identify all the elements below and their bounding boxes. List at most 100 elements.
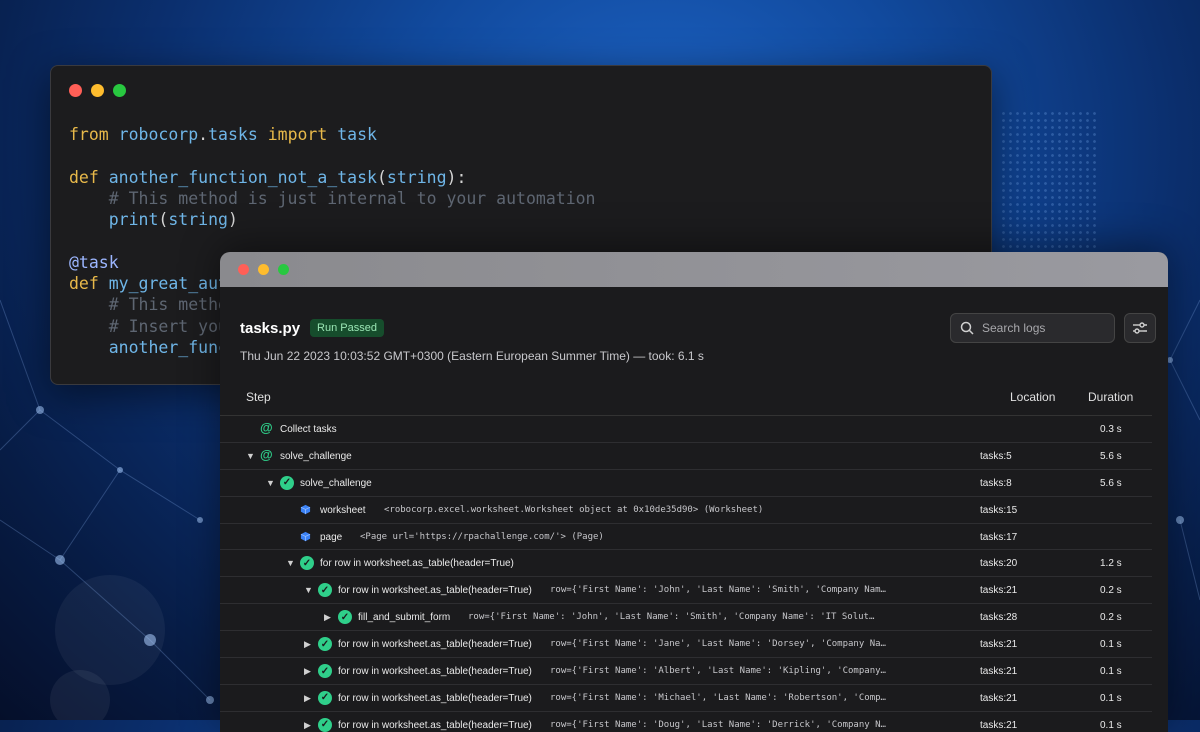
column-header-step[interactable]: Step (246, 390, 271, 404)
expand-arrow-icon[interactable]: ▶ (304, 666, 311, 677)
log-header: tasks.py Run Passed (240, 319, 384, 337)
collapse-arrow-icon[interactable]: ▼ (246, 451, 255, 461)
check-icon: ✓ (300, 556, 314, 571)
step-name: page (320, 531, 343, 543)
step-duration: 5.6 s (1100, 477, 1122, 489)
at-icon: @ (260, 420, 273, 435)
log-row[interactable]: ▼ ✓ solve_challenge tasks:8 5.6 s (220, 470, 1152, 497)
log-row[interactable]: ▶ ✓ for row in worksheet.as_table(header=T… (220, 685, 1152, 712)
log-row[interactable]: ▶ ✓ for row in worksheet.as_table(header=T… (220, 712, 1152, 732)
expand-arrow-icon[interactable]: ▶ (304, 720, 311, 731)
step-location[interactable]: tasks:21 (980, 585, 1017, 596)
code-token: . (198, 125, 209, 144)
step-name: for row in worksheet.as_table(header=Tru… (338, 639, 532, 651)
code-token: print (108, 210, 159, 230)
table-header: Step Location Duration (220, 380, 1152, 416)
maximize-window-icon[interactable] (278, 264, 289, 275)
step-duration: 1.2 s (1100, 558, 1122, 570)
code-token: # This metho (69, 295, 228, 315)
step-name: fill_and_submit_form (358, 612, 451, 624)
step-location[interactable]: tasks:21 (980, 639, 1017, 650)
step-location[interactable]: tasks:21 (980, 720, 1017, 731)
expand-arrow-icon[interactable]: ▶ (324, 612, 331, 623)
code-token: def (69, 274, 109, 294)
step-name: solve_challenge (280, 450, 352, 462)
step-duration: 0.2 s (1100, 585, 1122, 597)
close-window-icon[interactable] (238, 264, 249, 275)
log-row[interactable]: ▶ ✓ for row in worksheet.as_table(header=T… (220, 631, 1152, 659)
step-duration: 0.1 s (1100, 692, 1122, 704)
code-token: # Insert you (69, 316, 228, 336)
step-location[interactable]: tasks:28 (980, 612, 1017, 623)
code-token: @task (69, 252, 119, 272)
log-row[interactable]: @ Collect tasks 0.3 s (220, 416, 1152, 443)
sliders-icon (1133, 322, 1147, 334)
run-timestamp: Thu Jun 22 2023 10:03:52 GMT+0300 (Easte… (240, 349, 704, 363)
code-token: # This method is just internal to your a… (69, 188, 596, 208)
step-location[interactable]: tasks:8 (980, 478, 1012, 489)
code-token: another_function_not_a_task (108, 167, 377, 187)
step-duration: 0.1 s (1100, 639, 1122, 651)
check-icon: ✓ (318, 690, 332, 705)
step-location[interactable]: tasks:20 (980, 558, 1017, 569)
filter-settings-button[interactable] (1124, 313, 1156, 343)
dot-pattern (1000, 110, 1100, 250)
log-row[interactable]: ▶ ✓ fill_and_submit_form row={'First Name':… (220, 604, 1152, 632)
minimize-window-icon[interactable] (91, 84, 104, 97)
cube-icon (300, 531, 311, 541)
check-icon: ✓ (318, 583, 332, 598)
code-line: def my_great_aut (69, 274, 228, 293)
expand-arrow-icon[interactable]: ▶ (304, 639, 311, 650)
code-line: def another_function_not_a_task(string): (69, 168, 466, 187)
collapse-arrow-icon[interactable]: ▼ (266, 478, 275, 488)
column-header-duration[interactable]: Duration (1088, 390, 1133, 404)
minimize-window-icon[interactable] (258, 264, 269, 275)
log-row[interactable]: worksheet <robocorp.excel.worksheet.Works… (220, 497, 1152, 524)
window-controls (238, 264, 289, 275)
window-controls (69, 84, 126, 97)
step-location[interactable]: tasks:17 (980, 532, 1017, 543)
log-row[interactable]: ▼ ✓ for row in worksheet.as_table(header=T… (220, 577, 1152, 605)
step-name: for row in worksheet.as_table(header=Tru… (320, 558, 514, 570)
step-name: worksheet (320, 504, 366, 516)
log-row[interactable]: ▼ @ solve_challenge tasks:5 5.6 s (220, 443, 1152, 470)
log-row[interactable]: ▼ ✓ for row in worksheet.as_table(header=T… (220, 550, 1152, 578)
code-token: def (69, 167, 109, 187)
log-row[interactable]: ▶ ✓ for row in worksheet.as_table(header=T… (220, 658, 1152, 685)
code-line: print(string) (69, 210, 238, 229)
code-token: task (337, 125, 377, 144)
expand-arrow-icon[interactable]: ▶ (304, 693, 311, 704)
step-duration: 5.6 s (1100, 450, 1122, 462)
step-location[interactable]: tasks:21 (980, 666, 1017, 677)
search-input[interactable] (980, 320, 1104, 336)
maximize-window-icon[interactable] (113, 84, 126, 97)
column-header-location[interactable]: Location (1010, 390, 1055, 404)
step-location[interactable]: tasks:15 (980, 505, 1017, 516)
step-location[interactable]: tasks:21 (980, 693, 1017, 704)
step-detail: row={'First Name': 'Jane', 'Last Name': … (550, 639, 886, 650)
at-icon: @ (260, 446, 273, 462)
step-detail: row={'First Name': 'Albert', 'Last Name'… (550, 666, 886, 677)
code-line: # Insert you (69, 317, 228, 336)
collapse-arrow-icon[interactable]: ▼ (304, 585, 313, 595)
search-box[interactable] (950, 313, 1115, 343)
code-token: string (386, 167, 447, 187)
code-line: # This method is just internal to your a… (69, 189, 596, 208)
step-location[interactable]: tasks:5 (980, 451, 1012, 462)
step-name: solve_challenge (300, 477, 372, 489)
code-token: another_func (108, 337, 228, 357)
status-badge: Run Passed (310, 319, 384, 337)
close-window-icon[interactable] (69, 84, 82, 97)
code-line: # This metho (69, 295, 228, 314)
check-icon: ✓ (318, 637, 332, 652)
collapse-arrow-icon[interactable]: ▼ (286, 558, 295, 568)
check-icon: ✓ (318, 664, 332, 679)
log-row[interactable]: page <Page url='https://rpachallenge.com/… (220, 524, 1152, 551)
code-line: from robocorp.tasks import task (69, 125, 377, 144)
step-name: for row in worksheet.as_table(header=Tru… (338, 719, 532, 731)
step-name: for row in worksheet.as_table(header=Tru… (338, 666, 532, 678)
code-token: ( (376, 167, 387, 187)
code-token: my_great_aut (108, 274, 228, 294)
